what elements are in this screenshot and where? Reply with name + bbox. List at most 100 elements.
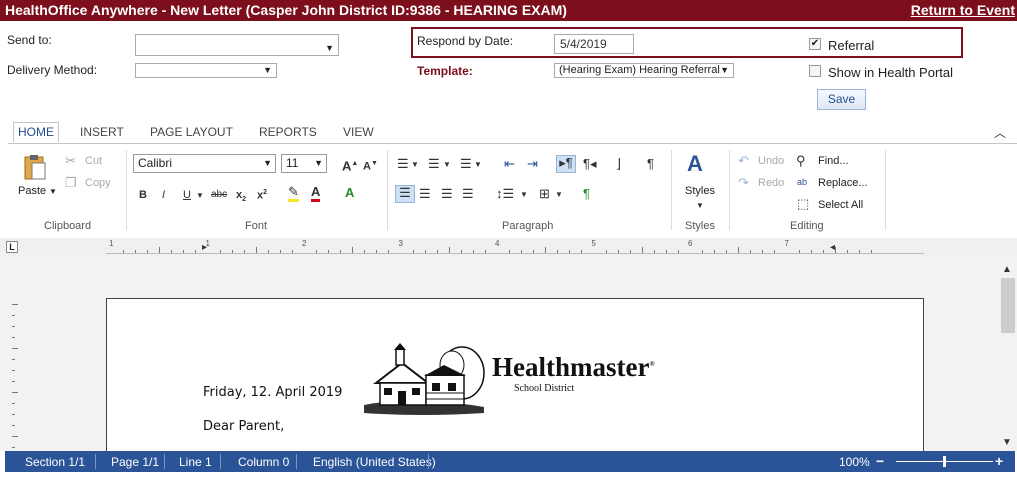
grow-font-icon[interactable]: A▲ xyxy=(342,157,358,173)
styles-icon[interactable]: A xyxy=(687,152,703,176)
borders-dropdown-icon[interactable]: ▼ xyxy=(555,188,563,202)
shrink-font-icon[interactable]: A▼ xyxy=(363,157,378,174)
replace-icon[interactable]: ab xyxy=(797,175,807,189)
scroll-thumb[interactable] xyxy=(1001,278,1015,333)
copy-icon[interactable]: ❐ xyxy=(65,176,77,190)
tab-page-layout[interactable]: PAGE LAYOUT xyxy=(150,125,233,139)
left-to-right-icon[interactable]: ▸¶ xyxy=(556,155,576,173)
template-label: Template: xyxy=(417,64,473,78)
zoom-slider-thumb[interactable] xyxy=(943,456,946,467)
underline-dropdown-icon[interactable]: ▼ xyxy=(196,189,204,203)
numbering-icon[interactable]: ☰ xyxy=(428,157,440,171)
line-spacing-dropdown-icon[interactable]: ▼ xyxy=(520,188,528,202)
zoom-out-icon[interactable]: − xyxy=(876,453,884,469)
ruler-tick xyxy=(726,250,728,253)
font-family-select[interactable]: Calibri ▼ xyxy=(133,154,276,173)
zoom-in-icon[interactable]: + xyxy=(995,453,1003,469)
tab-reports[interactable]: REPORTS xyxy=(259,125,317,139)
cut-button[interactable]: Cut xyxy=(85,155,102,167)
editing-group-label: Editing xyxy=(790,220,824,232)
return-to-event-link[interactable]: Return to Event xyxy=(911,2,1015,18)
redo-button[interactable]: Redo xyxy=(758,177,784,189)
font-family-value: Calibri xyxy=(138,156,173,170)
decrease-indent-icon[interactable]: ⇤ xyxy=(504,157,515,171)
horizontal-ruler[interactable]: 1 1 2 3 4 5 6 7 ▸ ◂ xyxy=(106,239,924,254)
paste-button[interactable]: Paste xyxy=(18,185,46,197)
justify-icon[interactable]: ☰ xyxy=(462,187,474,201)
respond-by-date-input[interactable] xyxy=(554,34,634,54)
window-title: HealthOffice Anywhere - New Letter (Casp… xyxy=(5,2,567,18)
select-all-icon[interactable]: ⬚ xyxy=(797,197,809,211)
ruler-tick xyxy=(472,250,474,253)
copy-button[interactable]: Copy xyxy=(85,177,111,189)
tab-stop-selector[interactable]: L xyxy=(6,241,18,253)
ruler-tick xyxy=(858,250,860,253)
right-to-left-icon[interactable]: ¶◂ xyxy=(583,157,597,171)
multilevel-dropdown-icon[interactable]: ▼ xyxy=(474,158,482,172)
status-divider xyxy=(164,454,165,469)
scroll-down-icon[interactable]: ▼ xyxy=(1002,436,1012,450)
ruler-tick xyxy=(605,250,607,253)
paste-dropdown-icon[interactable]: ▼ xyxy=(49,187,57,196)
scissors-icon[interactable]: ✂ xyxy=(65,154,76,168)
status-language: English (United States) xyxy=(313,455,436,469)
line-spacing-icon[interactable]: ↕☰ xyxy=(496,187,514,201)
undo-button[interactable]: Undo xyxy=(758,155,784,167)
ruler-tick xyxy=(12,359,15,360)
styles-dropdown-icon[interactable]: ▼ xyxy=(696,199,704,213)
logo-name-text: Healthmaster xyxy=(492,352,650,382)
subscript-icon[interactable]: x2 xyxy=(236,188,246,207)
increase-indent-icon[interactable]: ⇥ xyxy=(527,157,538,171)
numbering-dropdown-icon[interactable]: ▼ xyxy=(443,158,451,172)
font-color-icon[interactable]: A xyxy=(311,185,321,202)
italic-icon[interactable]: I xyxy=(162,188,165,202)
send-to-select[interactable]: ▼ xyxy=(135,34,339,56)
bullets-icon[interactable]: ☰ xyxy=(397,157,409,171)
save-button[interactable]: Save xyxy=(817,89,866,110)
clear-formatting-icon[interactable]: A xyxy=(345,186,354,200)
paragraph-settings-icon[interactable]: ¶ xyxy=(583,187,590,201)
ruler-tick xyxy=(12,370,15,371)
collapse-ribbon-icon[interactable]: ︿ xyxy=(994,124,1006,141)
multilevel-list-icon[interactable]: ☰ xyxy=(460,157,472,171)
delivery-method-select[interactable]: ▼ xyxy=(135,63,277,78)
template-select[interactable]: (Hearing Exam) Hearing Referral ▼ xyxy=(554,63,734,78)
redo-icon[interactable]: ↷ xyxy=(738,176,749,190)
indent-marker-icon[interactable]: ▸ xyxy=(202,242,207,253)
underline-icon[interactable]: U xyxy=(183,188,191,202)
styles-button[interactable]: Styles xyxy=(685,185,715,197)
paste-icon[interactable] xyxy=(22,153,48,183)
borders-icon[interactable]: ⊞ xyxy=(539,187,550,201)
show-in-portal-checkbox[interactable] xyxy=(809,65,821,77)
bold-icon[interactable]: B xyxy=(139,188,147,202)
tab-insert[interactable]: INSERT xyxy=(80,125,124,139)
bullets-dropdown-icon[interactable]: ▼ xyxy=(411,158,419,172)
referral-checkbox[interactable]: ✔ xyxy=(809,38,821,50)
tab-home[interactable]: HOME xyxy=(13,122,59,142)
font-size-select[interactable]: 11 ▼ xyxy=(281,154,327,173)
highlight-icon[interactable]: ✎ xyxy=(288,185,299,202)
tab-view[interactable]: VIEW xyxy=(343,125,374,139)
find-button[interactable]: Find... xyxy=(818,155,849,167)
respond-by-label: Respond by Date: xyxy=(417,34,514,48)
ruler-tick xyxy=(653,250,655,253)
page-break-icon[interactable]: ⌋ xyxy=(616,157,621,171)
undo-icon[interactable]: ↶ xyxy=(738,154,749,168)
indent-marker-icon[interactable]: ◂ xyxy=(830,242,835,253)
select-all-button[interactable]: Select All xyxy=(818,199,863,211)
scroll-up-icon[interactable]: ▲ xyxy=(1002,263,1012,277)
show-formatting-icon[interactable]: ¶ xyxy=(647,157,654,171)
align-left-icon[interactable]: ☰ xyxy=(395,185,415,203)
align-right-icon[interactable]: ☰ xyxy=(441,187,453,201)
ruler-tick xyxy=(219,250,221,253)
ruler-tick xyxy=(798,250,800,253)
binoculars-icon[interactable]: ⚲ xyxy=(796,154,806,168)
replace-button[interactable]: Replace... xyxy=(818,177,868,189)
align-center-icon[interactable]: ☰ xyxy=(419,187,431,201)
superscript-icon[interactable]: x2 xyxy=(257,186,267,203)
status-divider xyxy=(220,454,221,469)
ruler-tick xyxy=(12,392,18,393)
strikethrough-icon[interactable]: abc xyxy=(211,188,227,202)
ruler-tick xyxy=(12,425,15,426)
document-page[interactable]: Friday, 12. April 2019 Dear Parent, Heal… xyxy=(106,298,924,451)
